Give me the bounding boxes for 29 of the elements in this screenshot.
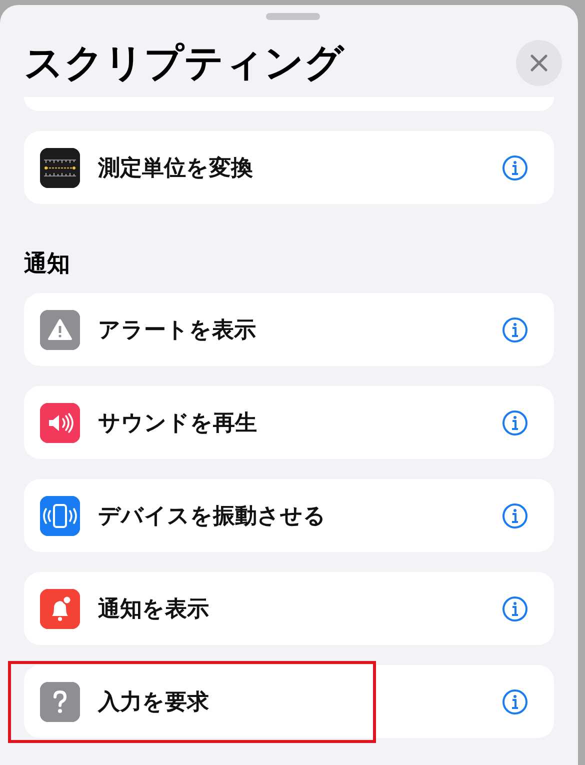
action-label: アラートを表示 — [98, 316, 257, 344]
action-row[interactable]: サウンドを再生 — [24, 386, 554, 459]
info-icon[interactable] — [502, 154, 528, 180]
action-row[interactable]: デバイスを振動させる — [24, 479, 554, 552]
action-label: デバイスを振動させる — [98, 502, 327, 530]
action-label: 測定単位を変換 — [98, 154, 254, 182]
sheet-title: スクリプティング — [24, 40, 344, 88]
close-icon — [529, 53, 549, 73]
ruler-icon — [40, 148, 80, 188]
info-icon[interactable] — [502, 316, 528, 342]
action-row[interactable]: 入力を要求 — [24, 665, 554, 738]
bell-icon — [40, 588, 80, 628]
action-row[interactable]: アラートを表示 — [24, 293, 554, 366]
section-heading: 通知 — [24, 250, 71, 279]
question-icon — [40, 682, 80, 722]
info-icon[interactable] — [502, 596, 528, 622]
action-label: サウンドを再生 — [98, 410, 258, 438]
warning-icon — [40, 310, 80, 350]
info-icon[interactable] — [502, 410, 528, 436]
speaker-icon — [40, 402, 80, 442]
close-button[interactable] — [516, 40, 562, 86]
action-label: 通知を表示 — [98, 596, 210, 624]
info-icon[interactable] — [502, 688, 528, 714]
action-row[interactable]: 測定単位を変換 — [24, 131, 554, 204]
action-row[interactable]: 通知を表示 — [24, 572, 554, 645]
action-label: 入力を要求 — [98, 688, 210, 716]
info-icon[interactable] — [502, 502, 528, 528]
phone-vibrate-icon — [40, 496, 80, 536]
grabber-handle[interactable] — [266, 13, 320, 20]
